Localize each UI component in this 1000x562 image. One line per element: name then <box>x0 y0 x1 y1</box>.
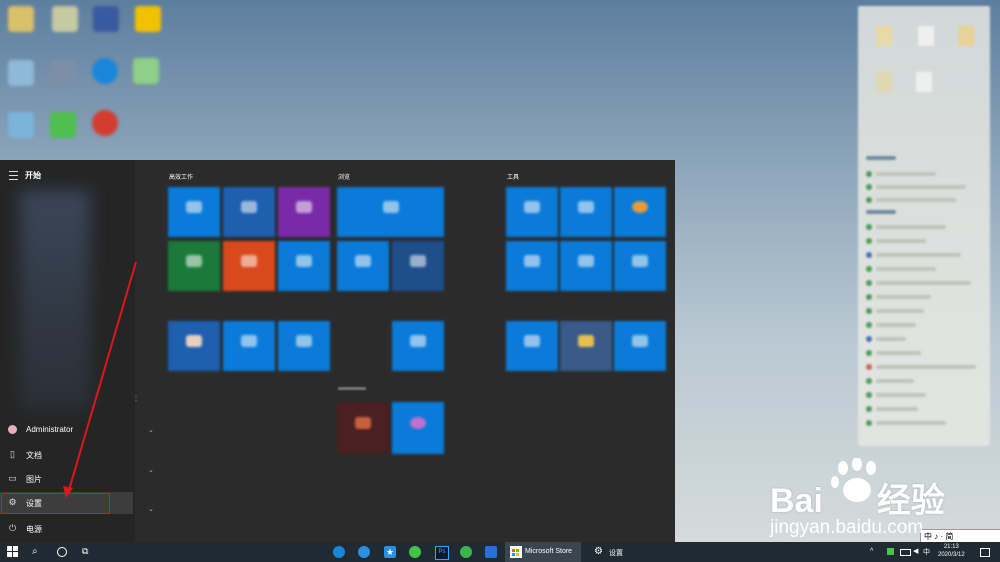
taskbar-settings-button[interactable]: ⚙ 设置 <box>589 542 631 562</box>
notification-icon[interactable] <box>980 548 990 557</box>
recycle-icon[interactable] <box>460 546 472 558</box>
taskbar-store-button[interactable]: Microsoft Store <box>505 542 581 562</box>
annotation-arrow <box>63 261 137 498</box>
store-icon <box>510 546 522 558</box>
app-icon[interactable] <box>485 546 497 558</box>
volume-icon[interactable]: ◀ <box>913 547 918 555</box>
tray-app-icon[interactable] <box>887 548 894 555</box>
photoshop-icon[interactable]: Ps <box>435 546 449 560</box>
clock[interactable]: 21:13 2020/3/12 <box>938 543 965 559</box>
edge-icon[interactable] <box>333 546 345 558</box>
taskbar: ⌕ ⧉ ★ Ps Microsoft Store ⚙ 设置 ^ ◀ 中 21:1… <box>0 542 1000 562</box>
task-view-icon[interactable]: ⧉ <box>82 546 94 558</box>
search-icon[interactable]: ⌕ <box>32 546 44 558</box>
network-icon[interactable] <box>900 549 911 556</box>
tray-chevron-icon[interactable]: ^ <box>870 548 873 555</box>
wechat-icon[interactable] <box>409 546 421 558</box>
browser-icon[interactable] <box>358 546 370 558</box>
windows-start-icon[interactable] <box>7 546 19 558</box>
star-icon[interactable]: ★ <box>384 546 396 558</box>
settings-label: 设置 <box>609 550 623 557</box>
clock-time: 21:13 <box>943 544 959 550</box>
gear-icon: ⚙ <box>594 546 603 557</box>
store-label: Microsoft Store <box>525 548 573 555</box>
clock-date: 2020/3/12 <box>938 552 965 558</box>
ime-indicator-icon[interactable]: 中 <box>923 547 930 557</box>
cortana-icon[interactable] <box>57 547 67 557</box>
